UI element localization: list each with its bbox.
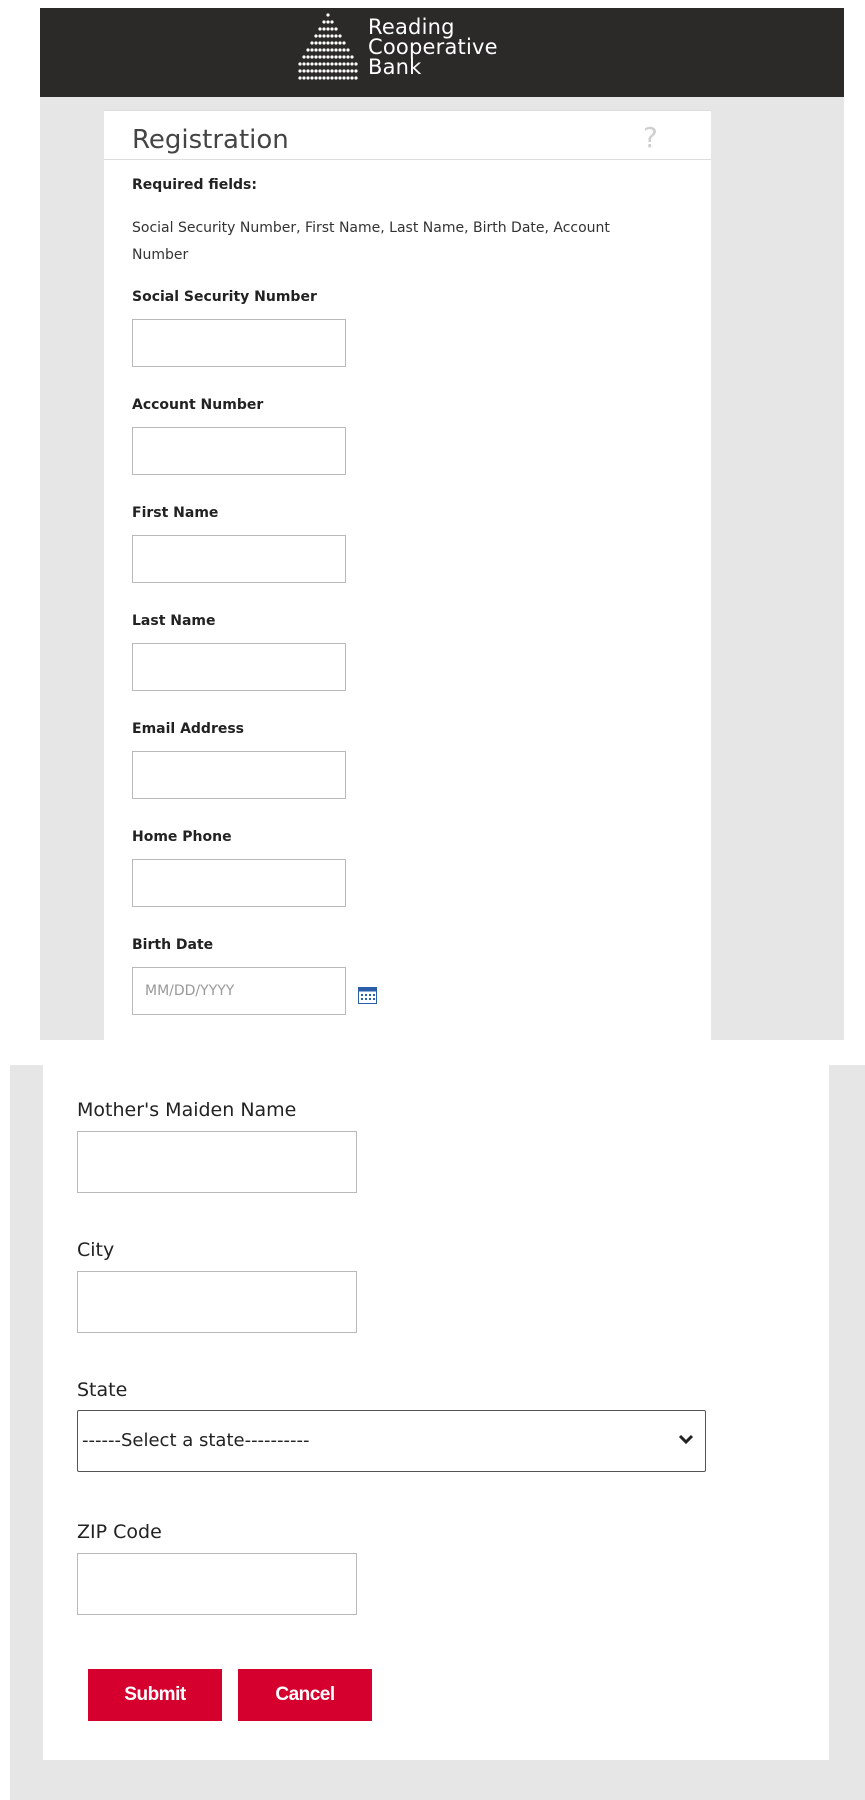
title-divider	[104, 159, 711, 160]
ssn-label: Social Security Number	[132, 289, 317, 305]
registration-panel-continued: Mother's Maiden Name City State ------Se…	[43, 1065, 829, 1760]
top-frame: Reading Cooperative Bank Registration ? …	[40, 8, 844, 1041]
email-label: Email Address	[132, 721, 245, 737]
city-label: City	[77, 1239, 115, 1261]
account-number-input[interactable]	[132, 427, 346, 475]
account-number-label: Account Number	[132, 397, 264, 413]
submit-button[interactable]: Submit	[88, 1669, 222, 1721]
home-phone-input[interactable]	[132, 859, 346, 907]
bottom-frame: Mother's Maiden Name City State ------Se…	[10, 1065, 865, 1800]
first-name-input[interactable]	[132, 535, 346, 583]
chevron-down-icon	[678, 1434, 694, 1445]
last-name-label: Last Name	[132, 613, 216, 629]
help-icon[interactable]: ?	[643, 121, 658, 154]
page-title: Registration	[132, 125, 289, 155]
required-fields-list: Social Security Number, First Name, Last…	[132, 220, 610, 263]
ssn-input[interactable]	[132, 319, 346, 367]
birth-date-input[interactable]	[132, 967, 346, 1015]
birth-date-label: Birth Date	[132, 937, 214, 953]
calendar-icon[interactable]	[358, 987, 377, 1004]
state-selected-value: ------Select a state----------	[82, 1430, 310, 1451]
last-name-input[interactable]	[132, 643, 346, 691]
header-bar: Reading Cooperative Bank	[40, 8, 844, 97]
city-input[interactable]	[77, 1271, 357, 1333]
brand-line-1: Reading	[368, 15, 455, 39]
maiden-name-input[interactable]	[77, 1131, 357, 1193]
brand-line-3: Bank	[368, 55, 422, 79]
home-phone-label: Home Phone	[132, 829, 232, 845]
cancel-button[interactable]: Cancel	[238, 1669, 372, 1721]
bank-name: Reading Cooperative Bank	[368, 15, 498, 79]
email-input[interactable]	[132, 751, 346, 799]
zip-input[interactable]	[77, 1553, 357, 1615]
maiden-name-label: Mother's Maiden Name	[77, 1099, 297, 1121]
first-name-label: First Name	[132, 505, 219, 521]
required-fields-heading: Required fields:	[132, 177, 257, 193]
brand-line-2: Cooperative	[368, 35, 498, 59]
state-label: State	[77, 1379, 128, 1401]
registration-panel: Registration ? Required fields: Social S…	[104, 110, 711, 1041]
state-select[interactable]: ------Select a state----------	[77, 1410, 706, 1472]
zip-label: ZIP Code	[77, 1521, 162, 1543]
